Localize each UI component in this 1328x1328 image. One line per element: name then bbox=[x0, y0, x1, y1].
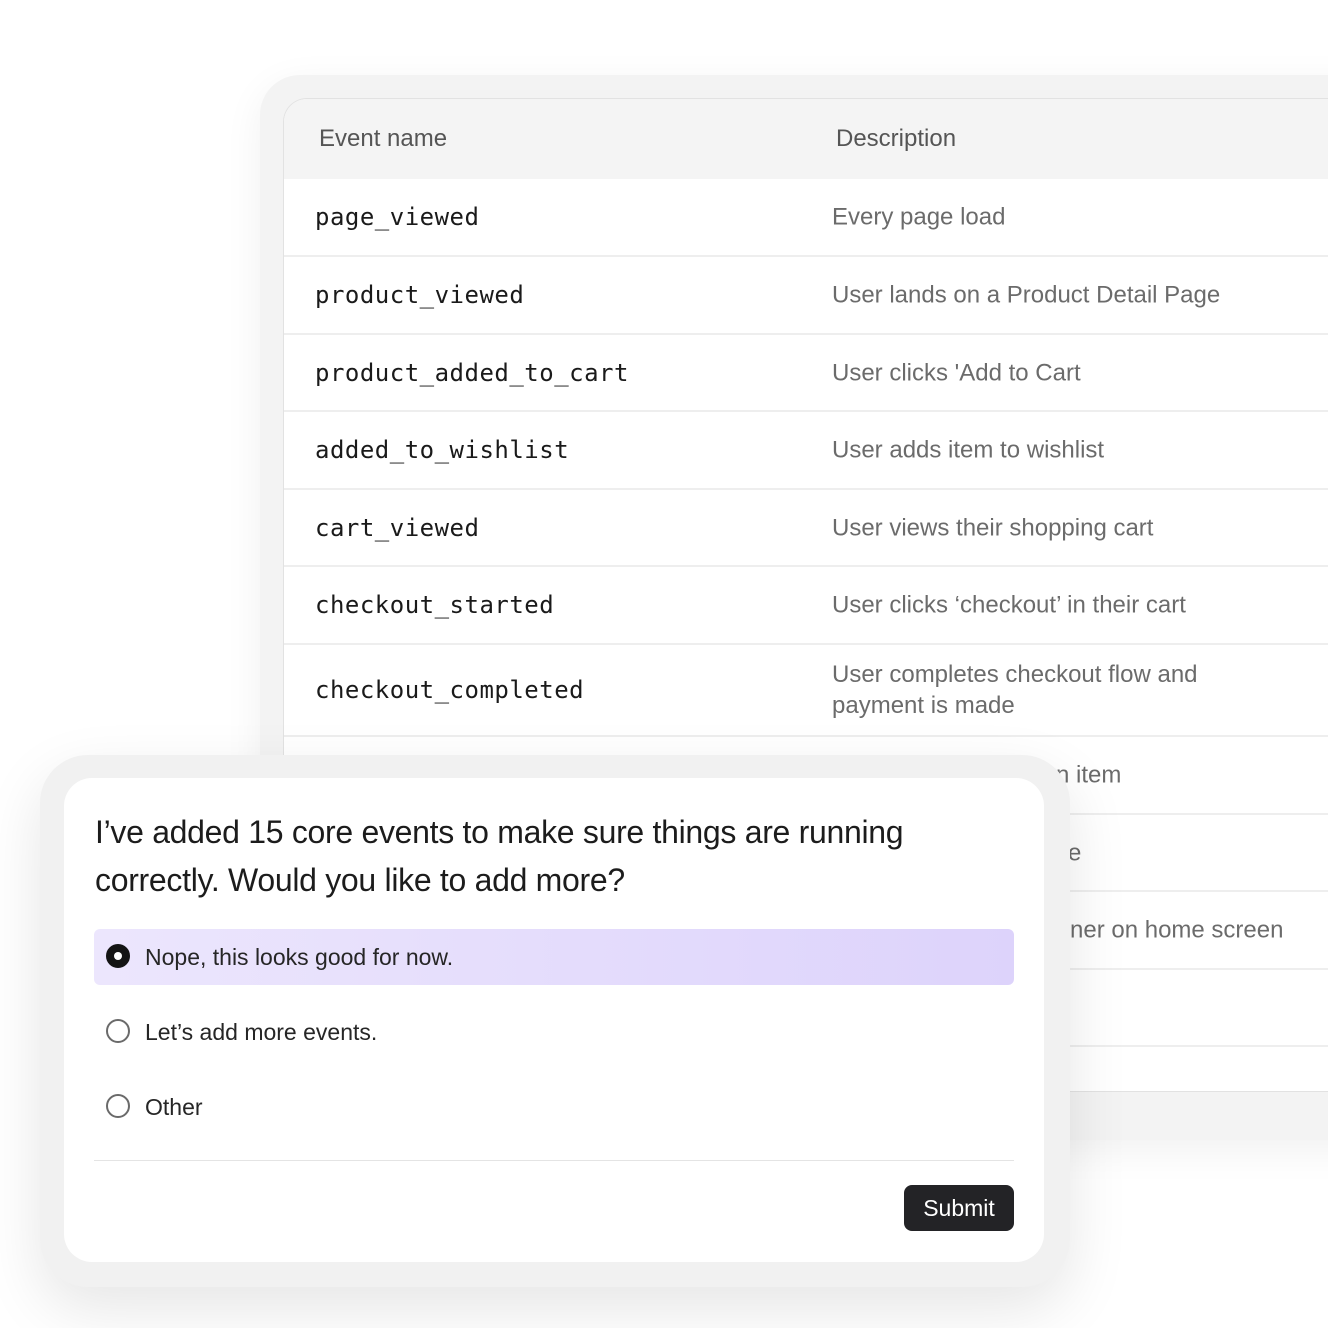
event-description-cell: ner on home screen bbox=[1070, 916, 1284, 944]
option-label: Other bbox=[145, 1094, 203, 1120]
event-name-cell: product_viewed bbox=[315, 281, 525, 309]
event-name-cell: checkout_started bbox=[315, 591, 555, 619]
event-description-cell: User completes checkout flow and payment… bbox=[832, 661, 1198, 719]
event-description-cell: Every page load bbox=[832, 203, 1006, 231]
event-name-cell: added_to_wishlist bbox=[315, 436, 570, 464]
question-title: I’ve added 15 core events to make sure t… bbox=[95, 814, 904, 898]
table-row[interactable]: product_added_to_cart User clicks 'Add t… bbox=[284, 335, 1328, 412]
event-description-cell: unt bbox=[1070, 1090, 1103, 1091]
divider bbox=[94, 1160, 1014, 1161]
event-description-cell: User lands on a Product Detail Page bbox=[832, 281, 1221, 309]
option-nope[interactable]: Nope, this looks good for now. bbox=[94, 929, 1014, 985]
radio-unchecked-icon[interactable] bbox=[106, 1019, 130, 1043]
table-row[interactable]: cart_viewed User views their shopping ca… bbox=[284, 490, 1328, 567]
event-description-cell: User clicks 'Add to Cart bbox=[832, 359, 1081, 386]
option-add-more[interactable]: Let’s add more events. bbox=[94, 1004, 1014, 1060]
table-row[interactable]: checkout_started User clicks ‘checkout’ … bbox=[284, 567, 1328, 645]
event-description-cell: User adds item to wishlist bbox=[832, 436, 1105, 464]
column-header-event-name: Event name bbox=[319, 125, 448, 152]
radio-unchecked-icon[interactable] bbox=[106, 1094, 130, 1118]
event-name-cell: product_added_to_cart bbox=[315, 358, 629, 387]
event-name-cell: checkout_completed bbox=[315, 676, 585, 704]
event-name-cell: cart_viewed bbox=[315, 513, 480, 542]
event-description-cell: e bbox=[1068, 839, 1082, 866]
table-row[interactable]: page_viewed Every page load bbox=[284, 179, 1328, 257]
event-description-cell: User clicks ‘checkout’ in their cart bbox=[832, 591, 1186, 619]
question-card: I’ve added 15 core events to make sure t… bbox=[64, 778, 1044, 1262]
option-other[interactable]: Other bbox=[94, 1079, 1014, 1135]
table-row[interactable]: product_viewed User lands on a Product D… bbox=[284, 257, 1328, 335]
radio-checked-icon[interactable] bbox=[106, 944, 130, 968]
option-label: Nope, this looks good for now. bbox=[145, 944, 454, 970]
event-name-cell: page_viewed bbox=[315, 203, 480, 231]
column-header-description: Description bbox=[836, 125, 957, 152]
table-header: Event name Description bbox=[284, 99, 1328, 179]
event-description-cell: User views their shopping cart bbox=[832, 514, 1154, 541]
table-row[interactable]: checkout_completed User completes checko… bbox=[284, 645, 1328, 737]
submit-button[interactable]: Submit bbox=[904, 1185, 1014, 1231]
table-row[interactable]: added_to_wishlist User adds item to wish… bbox=[284, 412, 1328, 490]
option-label: Let’s add more events. bbox=[145, 1019, 378, 1045]
